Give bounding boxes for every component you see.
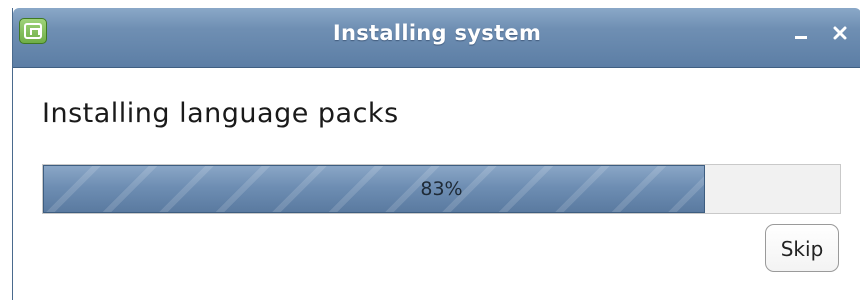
step-heading: Installing language packs bbox=[42, 98, 399, 129]
minimize-button[interactable] bbox=[791, 20, 813, 44]
minimize-icon bbox=[795, 36, 807, 39]
installer-window: Installing system Installing language pa… bbox=[12, 8, 860, 300]
close-icon bbox=[833, 26, 847, 40]
close-button[interactable] bbox=[829, 20, 851, 44]
window-title: Installing system bbox=[332, 21, 542, 45]
install-progress-bar: 83% bbox=[42, 164, 841, 214]
skip-button[interactable]: Skip bbox=[765, 224, 839, 272]
window-titlebar[interactable]: Installing system bbox=[13, 8, 860, 68]
installer-content: Installing language packs 83% Skip bbox=[13, 68, 860, 300]
progress-percent-label: 83% bbox=[420, 178, 463, 200]
